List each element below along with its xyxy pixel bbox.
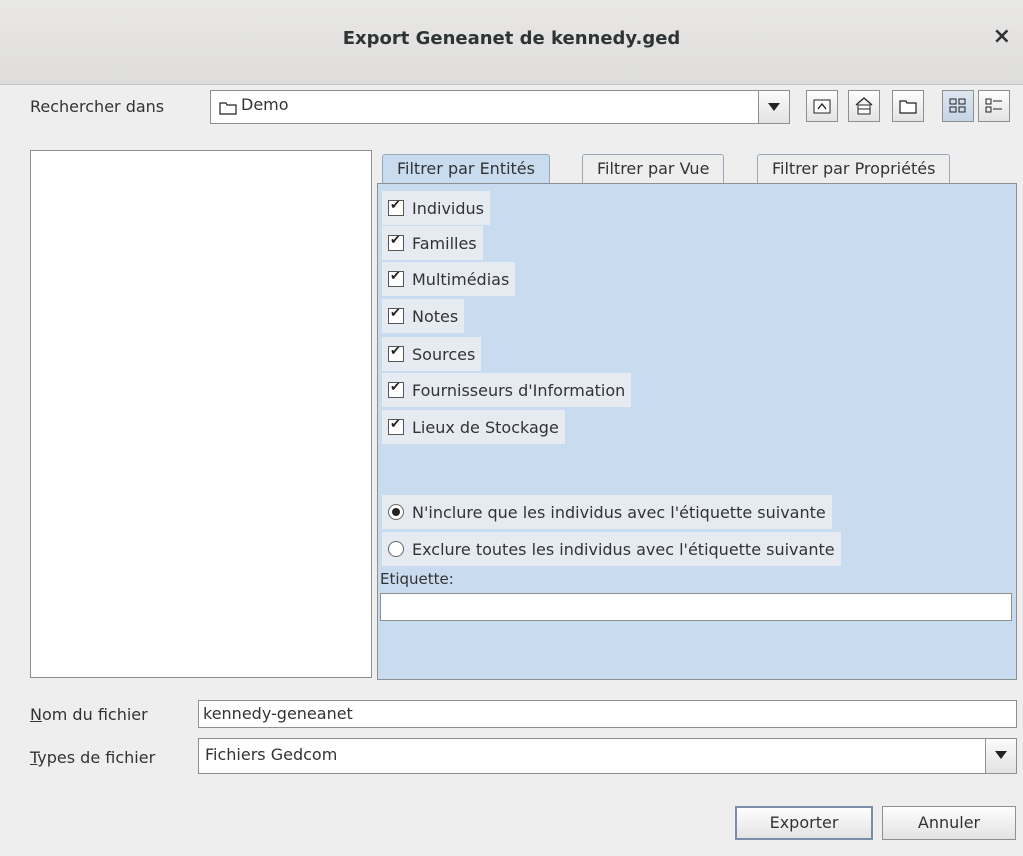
checkbox-label: Lieux de Stockage [412,417,559,437]
filetype-label-rest: ypes de fichier [37,748,156,767]
look-in-value: Demo [241,95,289,114]
checkbox-label: Multimédias [412,269,510,289]
tag-label: Etiquette: [380,570,454,588]
checkbox-checked-icon [388,380,404,398]
checkbox-checked-icon [388,269,404,287]
look-in-combo[interactable]: Demo [210,90,790,124]
details-view-button[interactable] [978,90,1010,122]
radio-exclude-tagged[interactable]: Exclure toutes les individus avec l'étiq… [382,532,841,566]
filename-label-rest: om du fichier [41,705,148,724]
home-button[interactable] [848,90,880,122]
checkbox-fournisseurs[interactable]: Fournisseurs d'Information [382,373,632,407]
radio-include-tagged[interactable]: N'inclure que les individus avec l'étiqu… [382,495,832,529]
checkbox-checked-icon [388,198,404,216]
checkbox-sources[interactable]: Sources [382,337,482,371]
filetype-dropdown-arrow[interactable] [985,739,1016,773]
new-folder-button[interactable] [892,90,924,122]
checkbox-individus[interactable]: Individus [382,191,491,225]
filename-label-mnemonic: N [30,705,42,724]
checkbox-checked-icon [388,306,404,324]
tab-filter-properties[interactable]: Filtrer par Propriétés [757,154,951,184]
title-bar: Export Geneanet de kennedy.ged × [0,0,1023,85]
filetype-value: Fichiers Gedcom [205,745,338,764]
radio-unselected-icon [388,541,404,557]
up-folder-button[interactable] [806,90,838,122]
checkbox-label: Familles [412,233,477,253]
checkbox-checked-icon [388,417,404,435]
filename-input-value: kennedy-geneanet [203,704,353,723]
checkbox-label: Sources [412,344,476,364]
cancel-button[interactable]: Annuler [882,806,1016,840]
window-title: Export Geneanet de kennedy.ged [342,28,681,49]
radio-label: Exclure toutes les individus avec l'étiq… [412,539,835,559]
filename-input[interactable]: kennedy-geneanet [198,700,1017,728]
checkbox-multimedias[interactable]: Multimédias [382,262,516,296]
look-in-label: Rechercher dans [30,97,165,116]
checkbox-lieux-stockage[interactable]: Lieux de Stockage [382,410,565,444]
tab-filter-entities[interactable]: Filtrer par Entités [382,154,550,185]
checkbox-familles[interactable]: Familles [382,226,483,260]
checkbox-checked-icon [388,344,404,362]
checkbox-checked-icon [388,233,404,251]
checkbox-label: Fournisseurs d'Information [412,380,626,400]
checkbox-label: Individus [412,198,485,218]
export-button[interactable]: Exporter [735,806,873,840]
checkbox-label: Notes [412,306,459,326]
filetype-label: Types de fichier [30,748,155,767]
look-in-dropdown-arrow[interactable] [758,91,789,123]
list-view-button[interactable] [942,90,974,122]
tag-input[interactable] [380,593,1012,621]
filetype-combo[interactable]: Fichiers Gedcom [198,738,1017,774]
tab-filter-view[interactable]: Filtrer par Vue [582,154,725,184]
filename-label: Nom du fichier [30,705,148,724]
close-button[interactable]: × [993,26,1011,48]
radio-label: N'inclure que les individus avec l'étiqu… [412,502,826,522]
file-list[interactable] [30,150,372,678]
radio-selected-icon [388,504,404,520]
folder-icon [219,100,237,119]
checkbox-notes[interactable]: Notes [382,299,465,333]
